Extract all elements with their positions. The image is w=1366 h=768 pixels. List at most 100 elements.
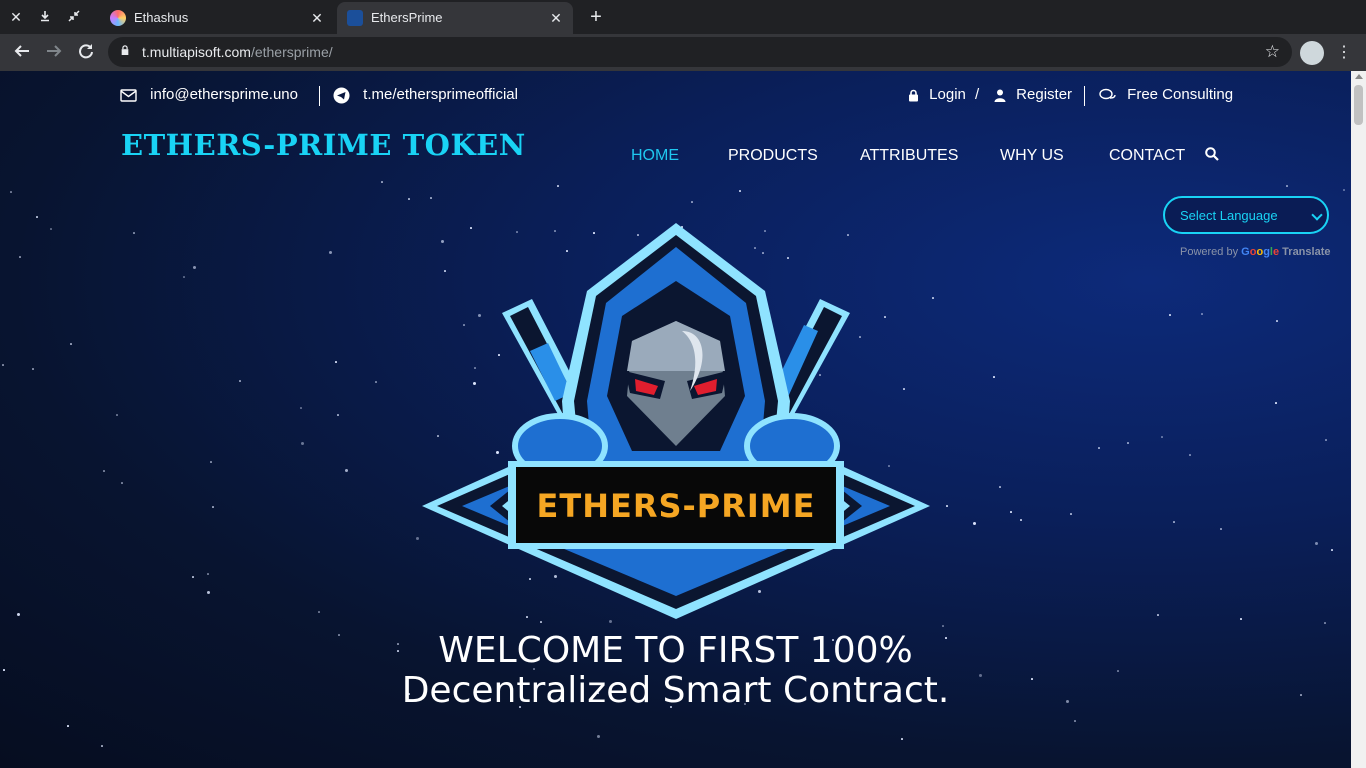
star-dot bbox=[901, 738, 903, 740]
star-dot bbox=[19, 256, 21, 258]
star-dot bbox=[67, 725, 69, 727]
tab-close-icon[interactable]: ✕ bbox=[308, 9, 326, 27]
address-bar[interactable]: t.multiapisoft.com/ethersprime/ ☆ bbox=[108, 37, 1292, 67]
profile-avatar[interactable] bbox=[1300, 41, 1324, 65]
nav-why-us[interactable]: WHY US bbox=[1000, 146, 1064, 166]
email-text: info@ethersprime.uno bbox=[150, 86, 298, 103]
star-dot bbox=[345, 469, 348, 472]
bookmark-star-icon[interactable]: ☆ bbox=[1265, 42, 1280, 62]
star-dot bbox=[2, 364, 4, 366]
translate-link[interactable]: Translate bbox=[1282, 246, 1330, 258]
star-dot bbox=[17, 613, 20, 616]
star-dot bbox=[1127, 442, 1129, 444]
ethers-prime-mascot-logo: ETHERS-PRIME bbox=[422, 223, 930, 619]
window-minimize-icon[interactable] bbox=[36, 8, 54, 26]
nav-attributes[interactable]: ATTRIBUTES bbox=[860, 146, 958, 166]
star-dot bbox=[193, 266, 196, 269]
star-dot bbox=[1098, 447, 1100, 449]
ethashus-favicon-icon bbox=[110, 10, 126, 26]
tab-ethashus[interactable]: Ethashus ✕ bbox=[100, 2, 334, 34]
star-dot bbox=[212, 506, 214, 508]
email-link[interactable]: info@ethersprime.uno bbox=[120, 84, 298, 106]
site-brand-logo[interactable]: ETHERS-PRIME TOKEN bbox=[121, 128, 526, 162]
star-dot bbox=[1173, 521, 1175, 523]
google-translate-attribution: Powered by Google Translate bbox=[1180, 246, 1330, 258]
star-dot bbox=[1331, 549, 1333, 551]
new-tab-icon[interactable]: + bbox=[585, 6, 607, 28]
star-dot bbox=[1276, 320, 1278, 322]
tab-ethersprime[interactable]: EthersPrime ✕ bbox=[337, 2, 573, 34]
star-dot bbox=[183, 276, 185, 278]
topbar-divider bbox=[319, 86, 320, 106]
tab-title: Ethashus bbox=[134, 10, 189, 25]
star-dot bbox=[192, 576, 194, 578]
topbar-divider bbox=[1084, 86, 1085, 106]
window-close-icon[interactable]: ✕ bbox=[7, 8, 25, 26]
tab-close-icon[interactable]: ✕ bbox=[547, 9, 565, 27]
login-link[interactable]: Login bbox=[908, 84, 966, 106]
star-dot bbox=[1325, 439, 1327, 441]
star-dot bbox=[1070, 513, 1072, 515]
star-dot bbox=[1189, 454, 1191, 456]
star-dot bbox=[691, 201, 693, 203]
telegram-icon bbox=[333, 87, 350, 104]
forward-arrow-icon[interactable] bbox=[43, 42, 65, 64]
star-dot bbox=[1074, 720, 1076, 722]
register-link[interactable]: Register bbox=[994, 84, 1072, 106]
star-dot bbox=[1324, 622, 1326, 624]
star-dot bbox=[50, 228, 52, 230]
star-dot bbox=[1161, 436, 1163, 438]
star-dot bbox=[1157, 614, 1159, 616]
star-dot bbox=[300, 407, 302, 409]
language-select-label: Select Language bbox=[1180, 208, 1278, 223]
language-select[interactable]: Select Language bbox=[1163, 196, 1329, 234]
star-dot bbox=[337, 414, 339, 416]
star-dot bbox=[101, 745, 103, 747]
star-dot bbox=[1201, 313, 1203, 315]
star-dot bbox=[993, 376, 995, 378]
lock-icon bbox=[121, 45, 129, 55]
star-dot bbox=[1220, 528, 1222, 530]
logo-banner-text: ETHERS-PRIME bbox=[537, 487, 816, 525]
star-dot bbox=[207, 591, 210, 594]
browser-tabbar: ✕ Ethashus ✕ EthersPrime ✕ + bbox=[0, 0, 1366, 34]
tab-title: EthersPrime bbox=[371, 10, 443, 25]
star-dot bbox=[375, 381, 377, 383]
back-arrow-icon[interactable] bbox=[11, 42, 33, 64]
reload-icon[interactable] bbox=[75, 42, 97, 64]
star-dot bbox=[408, 198, 410, 200]
star-dot bbox=[416, 537, 419, 540]
star-dot bbox=[329, 251, 332, 254]
telegram-link[interactable]: t.me/ethersprimeofficial bbox=[333, 84, 518, 106]
register-text: Register bbox=[1016, 86, 1073, 103]
chat-bubbles-icon bbox=[1099, 88, 1116, 100]
star-dot bbox=[1020, 519, 1022, 521]
hero-line-2: Decentralized Smart Contract. bbox=[401, 670, 950, 711]
browser-menu-icon[interactable]: ⋮ bbox=[1336, 42, 1352, 64]
search-icon[interactable] bbox=[1205, 147, 1219, 161]
scrollbar-thumb[interactable] bbox=[1354, 85, 1363, 125]
star-dot bbox=[32, 368, 34, 370]
login-register-divider: / bbox=[975, 86, 980, 103]
free-consulting-link[interactable]: Free Consulting bbox=[1099, 84, 1233, 106]
google-wordmark[interactable]: Google bbox=[1241, 246, 1279, 258]
star-dot bbox=[116, 414, 118, 416]
star-dot bbox=[1169, 314, 1171, 316]
star-dot bbox=[942, 625, 944, 627]
star-dot bbox=[946, 505, 948, 507]
star-dot bbox=[335, 361, 337, 363]
nav-contact[interactable]: CONTACT bbox=[1109, 146, 1185, 166]
page-scrollbar[interactable] bbox=[1351, 71, 1366, 768]
window-restore-icon[interactable] bbox=[65, 8, 83, 26]
nav-products[interactable]: PRODUCTS bbox=[728, 146, 818, 166]
lock-icon bbox=[909, 89, 918, 102]
powered-by-text: Powered by bbox=[1180, 246, 1239, 258]
star-dot bbox=[210, 461, 212, 463]
scroll-up-arrow-icon[interactable] bbox=[1355, 74, 1363, 79]
hero-line-1: WELCOME TO FIRST 100% bbox=[438, 630, 913, 671]
nav-home[interactable]: HOME bbox=[631, 146, 679, 166]
star-dot bbox=[999, 486, 1001, 488]
star-dot bbox=[381, 181, 383, 183]
star-dot bbox=[1315, 542, 1318, 545]
star-dot bbox=[1286, 185, 1288, 187]
